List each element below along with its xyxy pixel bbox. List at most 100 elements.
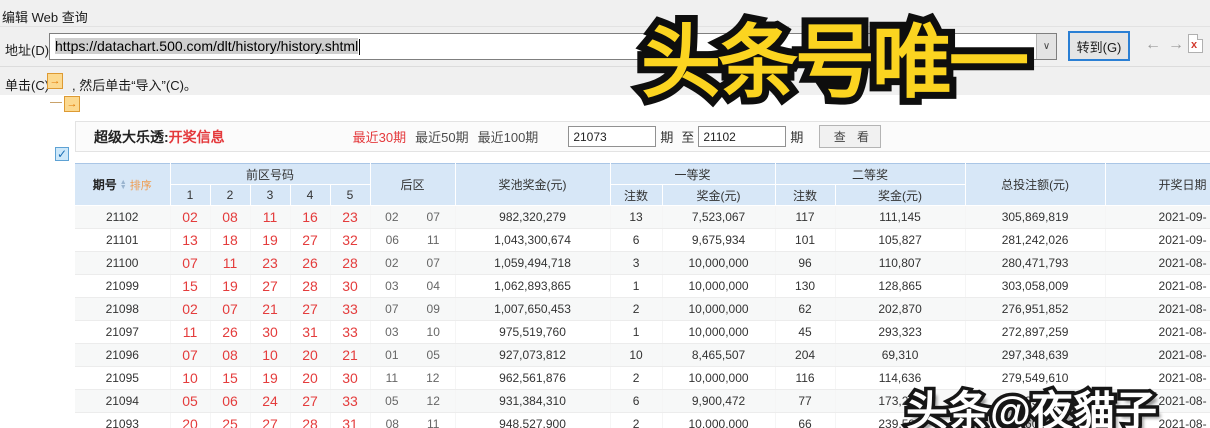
- front-number-1: 11: [170, 320, 211, 344]
- front-number-5: 33: [330, 389, 371, 413]
- sort-arrows-icon[interactable]: ▲ ▼: [120, 179, 127, 191]
- back-arrow-icon[interactable]: ←: [1145, 36, 1161, 54]
- second-prize-cell: 239,598: [835, 412, 966, 428]
- chevron-down-icon: ∨: [1042, 41, 1051, 52]
- first-prize-cell: 10,000,000: [662, 366, 776, 390]
- front-number-4: 26: [290, 251, 331, 275]
- front-number-1: 10: [170, 366, 211, 390]
- address-row: 地址(D): https://datachart.500.com/dlt/his…: [0, 27, 1210, 67]
- from-period-input[interactable]: [568, 126, 657, 147]
- table-selected-checkbox[interactable]: ✓: [55, 147, 69, 161]
- address-input[interactable]: https://datachart.500.com/dlt/history/hi…: [49, 33, 1057, 60]
- period-cell: 21097: [75, 320, 171, 344]
- front-number-1: 07: [170, 251, 211, 275]
- period-cell: 21100: [75, 251, 171, 275]
- pool-prize-cell: 1,043,300,674: [455, 228, 611, 252]
- col-header-second-count: 注数: [775, 184, 836, 206]
- first-count-cell: 2: [610, 297, 663, 321]
- period-cell: 21095: [75, 366, 171, 390]
- period-cell: 21101: [75, 228, 171, 252]
- second-count-cell: 45: [775, 320, 836, 344]
- page-title: 超级大乐透:: [94, 128, 169, 145]
- sort-link[interactable]: 排序: [130, 177, 152, 193]
- col-header-front-4: 4: [290, 184, 331, 206]
- front-number-3: 21: [250, 297, 291, 321]
- web-query-arrow-icon: →: [47, 73, 63, 89]
- first-count-cell: 2: [610, 366, 663, 390]
- draw-date-cell: 2021-08-: [1105, 251, 1210, 275]
- front-number-4: 20: [290, 366, 331, 390]
- pool-prize-cell: 1,007,650,453: [455, 297, 611, 321]
- back-number-1: 06: [385, 233, 399, 247]
- back-number-1: 01: [385, 348, 399, 362]
- back-numbers-cell: 08 11: [370, 412, 456, 428]
- draw-date-cell: 2021-08-: [1105, 366, 1210, 390]
- draw-date-cell: 2021-08-: [1105, 297, 1210, 321]
- draw-date-cell: 2021-08-: [1105, 320, 1210, 344]
- back-number-2: 10: [426, 325, 440, 339]
- col-header-front-3: 3: [250, 184, 291, 206]
- back-number-1: 11: [385, 371, 399, 385]
- stop-page-icon[interactable]: [1188, 34, 1203, 53]
- table-row: 21100 07 11 23 26 28 02 07 1,059,494,718 …: [75, 251, 1210, 275]
- front-number-1: 02: [170, 205, 211, 229]
- back-number-2: 12: [426, 371, 440, 385]
- link-recent-30[interactable]: 最近30期: [353, 127, 406, 146]
- second-count-cell: 96: [775, 251, 836, 275]
- text-caret: [359, 39, 361, 56]
- back-numbers-cell: 06 11: [370, 228, 456, 252]
- front-number-4: 27: [290, 297, 331, 321]
- period-cell: 21093: [75, 412, 171, 428]
- pool-prize-cell: 962,561,876: [455, 366, 611, 390]
- back-number-2: 07: [426, 256, 440, 270]
- period-cell: 21099: [75, 274, 171, 298]
- table-select-arrow-icon[interactable]: →: [64, 96, 80, 112]
- period-header-label: 期号: [92, 178, 117, 192]
- col-header-front-2: 2: [210, 184, 251, 206]
- pool-prize-cell: 931,384,310: [455, 389, 611, 413]
- forward-arrow-icon[interactable]: →: [1168, 36, 1184, 54]
- back-numbers-cell: 03 10: [370, 320, 456, 344]
- back-numbers-cell: 07 09: [370, 297, 456, 321]
- front-number-2: 08: [210, 343, 251, 367]
- front-number-3: 24: [250, 389, 291, 413]
- front-number-2: 25: [210, 412, 251, 428]
- go-button[interactable]: 转到(G): [1068, 31, 1130, 61]
- front-number-3: 27: [250, 274, 291, 298]
- second-count-cell: 204: [775, 343, 836, 367]
- link-recent-100[interactable]: 最近100期: [478, 127, 539, 146]
- pool-prize-cell: 975,519,760: [455, 320, 611, 344]
- front-number-3: 27: [250, 412, 291, 428]
- dialog-chrome: 编辑 Web 查询 地址(D): https://datachart.500.c…: [0, 0, 1210, 95]
- address-dropdown-button[interactable]: ∨: [1036, 34, 1056, 59]
- second-prize-cell: 173,225: [835, 389, 966, 413]
- first-prize-cell: 10,000,000: [662, 297, 776, 321]
- second-prize-cell: 105,827: [835, 228, 966, 252]
- first-count-cell: 6: [610, 228, 663, 252]
- search-button[interactable]: 查 看: [819, 125, 882, 148]
- first-prize-cell: 10,000,000: [662, 274, 776, 298]
- draw-date-cell: 2021-08-: [1105, 274, 1210, 298]
- col-header-first-count: 注数: [610, 184, 663, 206]
- page-title-bar: 超级大乐透: 开奖信息 最近30期 最近50期 最近100期 期 至 期 查 看: [75, 121, 1210, 152]
- table-row: 21095 10 15 19 20 30 11 12 962,561,876 2 …: [75, 366, 1210, 390]
- first-count-cell: 2: [610, 412, 663, 428]
- draw-date-cell: 2021-09-: [1105, 228, 1210, 252]
- front-number-3: 19: [250, 228, 291, 252]
- period-label: 期: [660, 130, 674, 145]
- front-number-1: 15: [170, 274, 211, 298]
- front-number-5: 32: [330, 228, 371, 252]
- period-cell: 21102: [75, 205, 171, 229]
- second-prize-cell: 114,636: [835, 366, 966, 390]
- second-count-cell: 101: [775, 228, 836, 252]
- results-tbody: 21102 02 08 11 16 23 02 07 982,320,279 13…: [75, 205, 1210, 428]
- front-number-1: 05: [170, 389, 211, 413]
- back-number-2: 11: [426, 417, 440, 428]
- front-number-2: 11: [210, 251, 251, 275]
- front-number-5: 31: [330, 412, 371, 428]
- link-recent-50[interactable]: 最近50期: [415, 127, 468, 146]
- back-number-1: 08: [385, 417, 399, 428]
- to-period-input[interactable]: [698, 126, 787, 147]
- pool-prize-cell: 1,059,494,718: [455, 251, 611, 275]
- col-header-front-5: 5: [330, 184, 371, 206]
